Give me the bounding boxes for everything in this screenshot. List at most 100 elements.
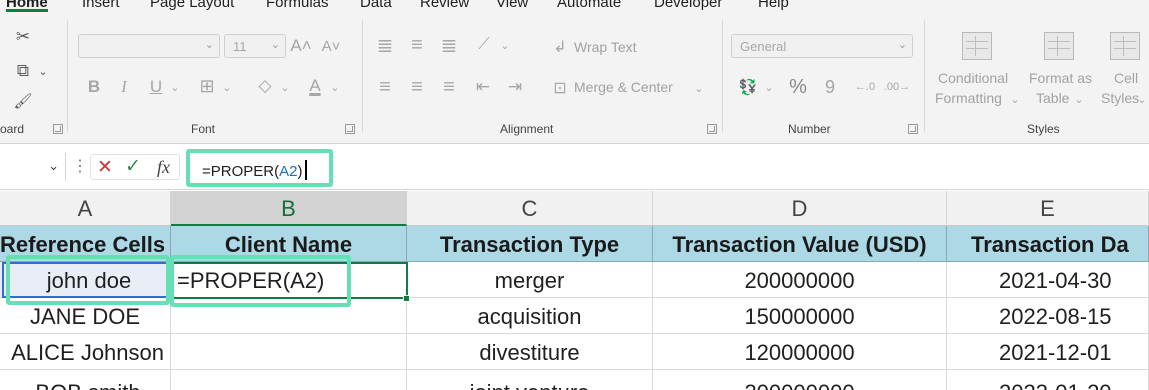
format-as-table-icon[interactable]	[1044, 32, 1074, 60]
cell-e2[interactable]: 2021-04-30	[947, 262, 1149, 298]
cell-c4[interactable]: divestiture	[407, 334, 653, 370]
underline-button[interactable]: U	[146, 76, 166, 98]
italic-button[interactable]: I	[114, 76, 134, 98]
align-left-icon[interactable]: ≡	[374, 76, 396, 98]
alignment-launcher-icon[interactable]	[707, 124, 717, 134]
cell-b4[interactable]	[171, 334, 407, 370]
conditional-formatting-label-line2[interactable]: Formatting	[935, 88, 1002, 108]
format-as-table-label-line1[interactable]: Format as	[1029, 68, 1092, 88]
cell-a5[interactable]: BOB smith	[0, 370, 171, 390]
number-format-select[interactable]: General ⌄	[731, 34, 913, 58]
tab-page-layout[interactable]: Page Layout	[150, 0, 234, 11]
cell-styles-icon[interactable]	[1110, 32, 1140, 60]
merge-center-button[interactable]: Merge & Center	[574, 77, 673, 97]
format-painter-icon[interactable]: 🖌	[11, 90, 35, 112]
underline-dropdown-chevron-icon[interactable]: ⌄	[168, 76, 182, 98]
format-as-table-chevron-icon[interactable]: ⌄	[1073, 90, 1085, 108]
number-launcher-icon[interactable]	[908, 124, 918, 134]
clipboard-launcher-icon[interactable]	[53, 124, 63, 134]
cell-c3[interactable]: acquisition	[407, 298, 653, 334]
fill-color-icon[interactable]: ◇	[254, 74, 276, 98]
cell-d2[interactable]: 200000000	[653, 262, 947, 298]
cell-a1[interactable]: Reference Cells	[0, 226, 171, 262]
tab-developer[interactable]: Developer	[654, 0, 722, 11]
cut-icon[interactable]: ✂	[12, 26, 34, 48]
cell-e3[interactable]: 2022-08-15	[947, 298, 1149, 334]
font-color-dropdown-chevron-icon[interactable]: ⌄	[328, 76, 342, 98]
column-header-d[interactable]: D	[653, 191, 947, 226]
accounting-dropdown-chevron-icon[interactable]: ⌄	[762, 76, 776, 98]
orientation-icon[interactable]: ⟋	[472, 34, 496, 56]
cell-e5[interactable]: 2023-01-20	[947, 370, 1149, 390]
formula-input[interactable]: =PROPER(A2)	[186, 149, 333, 187]
tab-home[interactable]: Home	[6, 0, 48, 12]
orientation-dropdown-chevron-icon[interactable]: ⌄	[498, 34, 512, 56]
column-header-e[interactable]: E	[947, 191, 1149, 226]
wrap-text-icon[interactable]: ↲	[550, 36, 570, 58]
cell-styles-label-line1[interactable]: Cell	[1114, 68, 1138, 88]
grow-font-icon[interactable]: A˄	[290, 35, 312, 57]
tab-automate[interactable]: Automate	[557, 0, 621, 11]
font-color-icon[interactable]: A	[304, 74, 326, 98]
font-launcher-icon[interactable]	[345, 124, 355, 134]
cell-d1[interactable]: Transaction Value (USD)	[653, 226, 947, 262]
column-header-a[interactable]: A	[0, 191, 171, 226]
cell-b5[interactable]	[171, 370, 407, 390]
align-right-icon[interactable]: ≡	[438, 76, 460, 98]
decrease-indent-icon[interactable]: ⇤	[472, 76, 494, 98]
chevron-down-icon[interactable]: ⌄	[48, 158, 59, 174]
increase-decimal-button[interactable]: ←.0	[852, 76, 878, 98]
bold-button[interactable]: B	[84, 76, 104, 98]
cell-c1[interactable]: Transaction Type	[407, 226, 653, 262]
align-center-icon[interactable]: ≡	[406, 76, 428, 98]
tab-insert[interactable]: Insert	[82, 0, 120, 11]
cell-e4[interactable]: 2021-12-01	[947, 334, 1149, 370]
cell-d3[interactable]: 150000000	[653, 298, 947, 334]
cell-c2[interactable]: merger	[407, 262, 653, 298]
font-name-select[interactable]: ⌄	[78, 34, 220, 58]
cell-d4[interactable]: 120000000	[653, 334, 947, 370]
shrink-font-icon[interactable]: A˅	[320, 35, 342, 57]
accounting-format-icon[interactable]: 💱	[736, 76, 760, 98]
merge-center-icon[interactable]: ⊡	[550, 77, 570, 99]
enter-icon[interactable]: ✓	[125, 155, 141, 178]
fill-color-dropdown-chevron-icon[interactable]: ⌄	[278, 76, 292, 98]
tab-view[interactable]: View	[496, 0, 528, 11]
copy-icon[interactable]: ⧉	[10, 60, 36, 82]
cell-b3[interactable]	[171, 298, 407, 334]
increase-indent-icon[interactable]: ⇥	[504, 76, 526, 98]
conditional-formatting-chevron-icon[interactable]: ⌄	[1009, 90, 1021, 108]
column-header-c[interactable]: C	[407, 191, 653, 226]
fill-handle[interactable]	[403, 295, 410, 302]
cell-a3[interactable]: JANE DOE	[0, 298, 171, 334]
cell-e1[interactable]: Transaction Da	[947, 226, 1149, 262]
cell-styles-chevron-icon[interactable]: ⌄	[1136, 90, 1148, 108]
tab-help[interactable]: Help	[758, 0, 789, 11]
bottom-align-icon[interactable]: ≣	[438, 34, 460, 57]
tab-formulas[interactable]: Formulas	[266, 0, 329, 11]
borders-dropdown-chevron-icon[interactable]: ⌄	[220, 76, 234, 98]
cell-a2[interactable]: john doe	[0, 262, 171, 298]
percent-style-button[interactable]: %	[786, 76, 810, 98]
cell-b1[interactable]: Client Name	[171, 226, 407, 262]
cell-a4[interactable]: ALICE Johnson	[0, 334, 171, 370]
cell-styles-label-line2[interactable]: Styles	[1101, 88, 1139, 108]
more-options-icon[interactable]: ⋮	[72, 157, 88, 177]
wrap-text-button[interactable]: Wrap Text	[574, 37, 637, 57]
insert-function-icon[interactable]: fx	[157, 157, 170, 178]
decrease-decimal-button[interactable]: .00→	[884, 76, 910, 98]
conditional-formatting-label-line1[interactable]: Conditional	[938, 68, 1008, 88]
merge-dropdown-chevron-icon[interactable]: ⌄	[692, 77, 706, 99]
top-align-icon[interactable]: ≣	[374, 34, 396, 57]
copy-dropdown-chevron-icon[interactable]: ⌄	[36, 60, 50, 82]
cancel-icon[interactable]: ✕	[97, 156, 113, 179]
middle-align-icon[interactable]: ≡	[406, 34, 428, 56]
column-header-b[interactable]: B	[171, 191, 407, 226]
cell-c5[interactable]: joint venture	[407, 370, 653, 390]
comma-style-button[interactable]: 9	[820, 76, 840, 98]
name-box[interactable]: ⌄	[0, 153, 66, 181]
tab-data[interactable]: Data	[360, 0, 392, 11]
cell-d5[interactable]: 300000000	[653, 370, 947, 390]
font-size-select[interactable]: 11 ⌄	[224, 34, 286, 58]
tab-review[interactable]: Review	[420, 0, 469, 11]
